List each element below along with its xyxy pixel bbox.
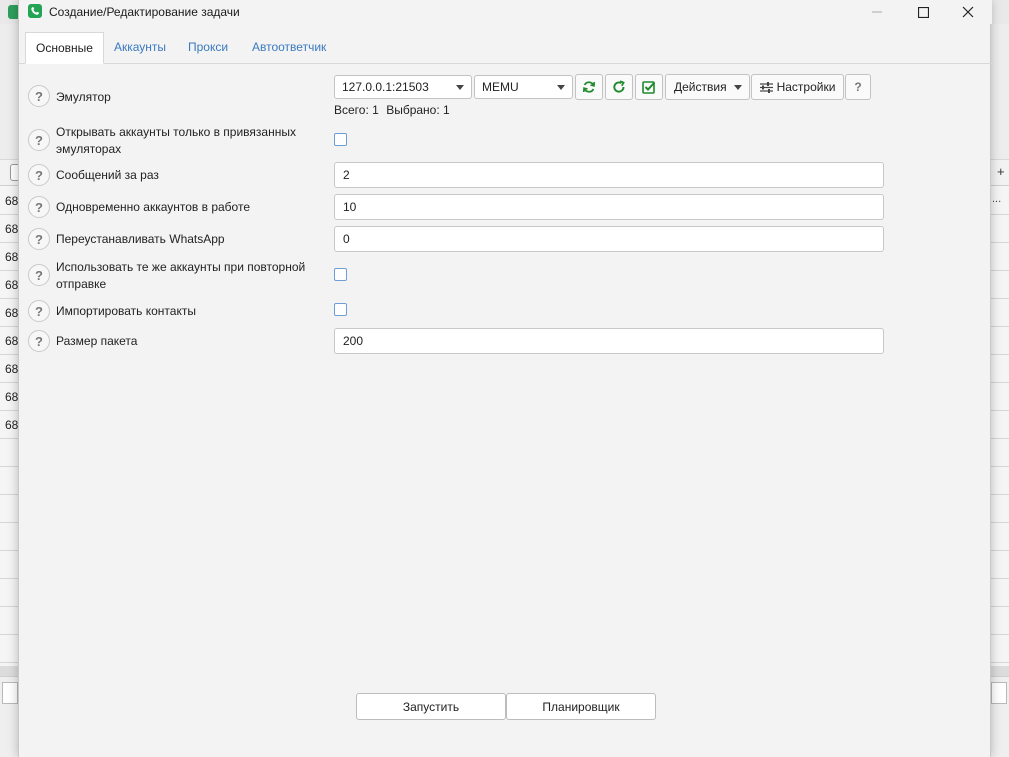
dialog-title: Создание/Редактирование задачи [49,5,240,19]
close-icon [962,6,974,18]
bound-only-label: Открывать аккаунты только в привязанных … [56,125,296,156]
tab-proxy[interactable]: Прокси [178,32,238,64]
emulator-stats: Всего: 1 Выбрано: 1 [334,103,450,117]
bound-only-checkbox[interactable] [334,133,347,146]
scheduler-button[interactable]: Планировщик [506,693,656,720]
background-row-id: 68 [5,278,19,292]
whatsapp-app-icon [28,4,42,18]
reinstall-whatsapp-input[interactable]: 0 [334,226,884,252]
actions-dropdown[interactable]: Действия [665,74,750,100]
sync-button[interactable] [575,74,603,100]
background-row-id: 68 [5,222,19,236]
emulator-row: ? Эмулятор 127.0.0.1:21503 MEMU Действия… [19,74,992,120]
chevron-down-icon [734,85,742,90]
accounts-concurrent-input[interactable]: 10 [334,194,884,220]
chevron-down-icon [557,85,565,90]
messages-per-run-input[interactable]: 2 [334,162,884,188]
refresh-icon [613,80,625,93]
refresh-button[interactable] [605,74,633,100]
dialog-tabs: Основные Аккаунты Прокси Автоответчик [19,32,992,64]
reuse-accounts-checkbox[interactable] [334,268,347,281]
help-icon[interactable]: ? [28,330,50,352]
import-contacts-label: Импортировать контакты [56,304,196,318]
emulator-label: Эмулятор [56,90,111,104]
background-row-id: 68 [5,418,19,432]
check-square-icon [642,81,656,94]
accounts-concurrent-label: Одновременно аккаунтов в работе [56,200,251,214]
background-row-id: 68 [5,362,19,376]
background-footer-input[interactable] [2,682,18,704]
background-footer-input[interactable] [991,682,1007,704]
import-contacts-row: ? Импортировать контакты [19,299,992,323]
emulator-address-select[interactable]: 127.0.0.1:21503 [334,75,472,99]
tab-main[interactable]: Основные [25,32,104,64]
help-icon[interactable]: ? [28,129,50,151]
total-label: Всего: [334,103,369,117]
accounts-concurrent-row: ? Одновременно аккаунтов в работе 10 [19,194,992,220]
task-edit-dialog: Создание/Редактирование задачи Основные … [18,0,992,757]
total-value: 1 [372,103,379,117]
background-row-id: 68 [5,306,19,320]
maximize-button[interactable] [903,0,943,24]
help-icon[interactable]: ? [28,85,50,107]
batch-size-label: Размер пакета [56,334,138,348]
emulator-help-button[interactable]: ? [845,74,871,100]
emulator-address-value: 127.0.0.1:21503 [342,80,429,94]
reinstall-whatsapp-row: ? Переустанавливать WhatsApp 0 [19,226,992,252]
help-icon[interactable]: ? [28,196,50,218]
sliders-icon [759,81,773,93]
selected-value: 1 [443,103,450,117]
start-button[interactable]: Запустить [356,693,506,720]
chevron-down-icon [456,85,464,90]
settings-button[interactable]: Настройки [751,74,844,100]
emulator-type-select[interactable]: MEMU [474,75,573,99]
background-row-id: 68 [5,194,19,208]
help-icon[interactable]: ? [28,164,50,186]
maximize-icon [917,6,929,18]
tab-accounts[interactable]: Аккаунты [104,32,176,64]
minimize-icon [872,11,882,13]
bound-only-row: ? Открывать аккаунты только в привязанны… [19,124,992,158]
reuse-accounts-row: ? Использовать те же аккаунты при повтор… [19,259,992,293]
messages-per-run-row: ? Сообщений за раз 2 [19,162,992,188]
batch-size-input[interactable]: 200 [334,328,884,354]
help-icon[interactable]: ? [28,264,50,286]
sync-icon [583,81,595,93]
minimize-button[interactable] [857,0,897,24]
select-all-button[interactable] [635,74,663,100]
settings-label: Настройки [776,80,836,94]
help-icon[interactable]: ? [28,228,50,250]
tab-autoresponder[interactable]: Автоответчик [242,32,336,64]
emulator-type-value: MEMU [482,80,519,94]
actions-label: Действия [674,80,727,94]
background-row-id: 68 [5,390,19,404]
background-add-icon[interactable]: + [997,164,1005,179]
messages-per-run-label: Сообщений за раз [56,168,159,182]
dialog-titlebar[interactable]: Создание/Редактирование задачи [19,0,992,24]
selected-label: Выбрано: [386,103,440,117]
reinstall-whatsapp-label: Переустанавливать WhatsApp [56,232,225,246]
background-row-id: 68 [5,334,19,348]
help-icon[interactable]: ? [28,300,50,322]
batch-size-row: ? Размер пакета 200 [19,328,992,354]
close-button[interactable] [948,0,988,24]
background-row-id: 68 [5,250,19,264]
reuse-accounts-label: Использовать те же аккаунты при повторно… [56,260,306,291]
import-contacts-checkbox[interactable] [334,303,347,316]
